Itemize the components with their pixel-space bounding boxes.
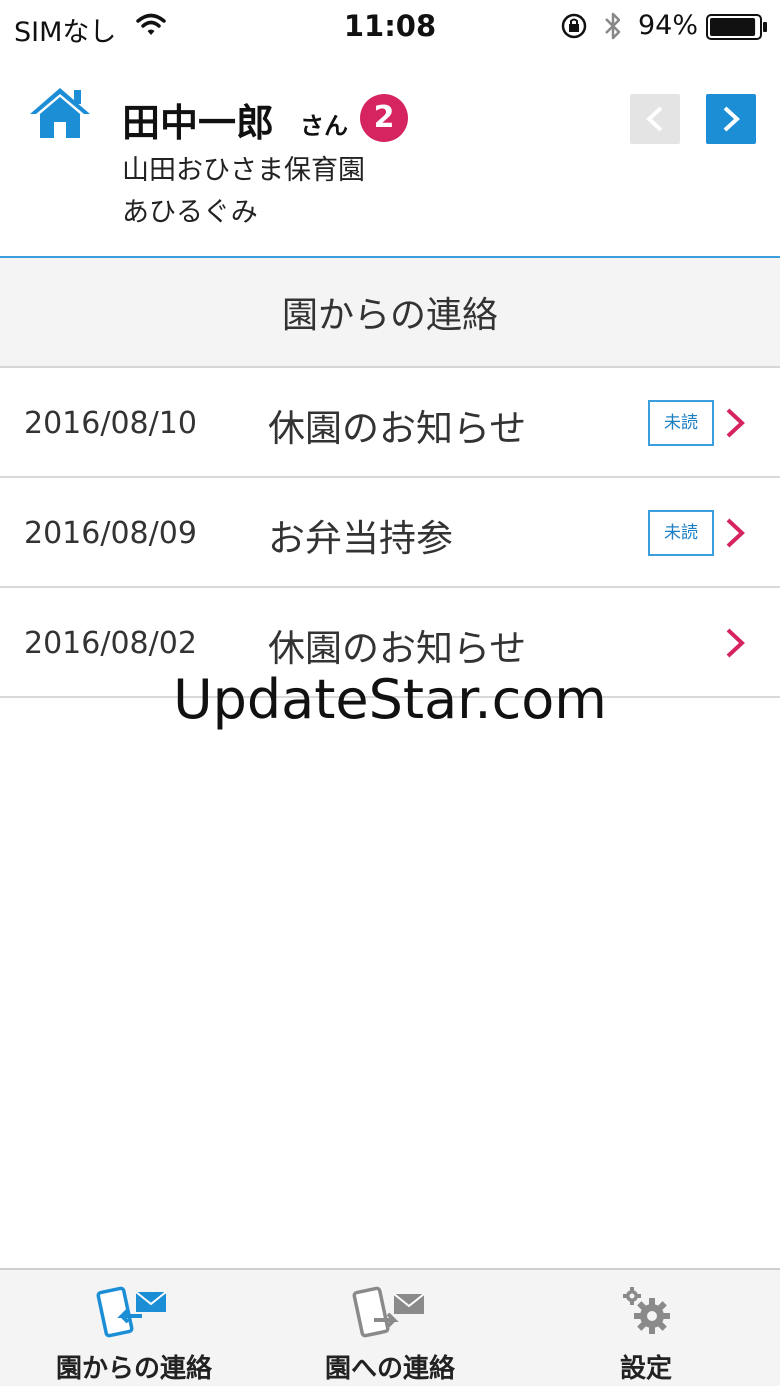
school-name: 山田おひさま保育園 [122,155,365,186]
tab-settings[interactable]: 設定 [516,1270,776,1388]
unread-badge: 未読 [648,400,714,446]
inbox-message-icon [4,1284,264,1342]
notification-count-badge: 2 [360,94,408,142]
section-title: 園からの連絡 [0,258,780,368]
chevron-right-icon [722,516,748,554]
message-date: 2016/08/09 [24,516,197,551]
chevron-right-icon [722,406,748,444]
send-message-icon [260,1284,520,1342]
gear-icon [516,1284,776,1342]
tab-label: 園からの連絡 [55,1354,212,1384]
class-name: あひるぐみ [122,197,258,228]
watermark: UpdateStar.com [173,668,607,731]
tab-label: 設定 [619,1354,672,1384]
battery-percentage: 94% [638,10,699,41]
child-name: 田中一郎 [122,101,275,145]
message-row[interactable]: 2016/08/09 お弁当持参 未読 [0,478,780,588]
tab-messages-to-school[interactable]: 園への連絡 [260,1270,520,1388]
battery-icon [706,14,768,40]
tab-label: 園への連絡 [324,1354,455,1384]
home-icon[interactable] [28,84,92,144]
chevron-right-icon [723,106,740,132]
chevron-left-icon [646,106,663,132]
tab-bar: 園からの連絡 園への連絡 設定 [0,1268,780,1386]
message-title: お弁当持参 [268,517,453,560]
previous-child-button[interactable] [630,94,680,144]
message-date: 2016/08/10 [24,406,197,441]
tab-messages-from-school[interactable]: 園からの連絡 [4,1270,264,1388]
message-title: 休園のお知らせ [268,627,527,670]
message-date: 2016/08/02 [24,626,197,661]
rotation-lock-icon [560,12,588,44]
child-header: 田中一郎 さん 2 山田おひさま保育園 あひるぐみ [0,54,780,258]
status-bar: SIMなし 11:08 94% [0,0,780,54]
chevron-right-icon [722,626,748,664]
honorific: さん [300,112,348,140]
message-list: 2016/08/10 休園のお知らせ 未読 2016/08/09 お弁当持参 未… [0,368,780,698]
message-row[interactable]: 2016/08/10 休園のお知らせ 未読 [0,368,780,478]
unread-badge: 未読 [648,510,714,556]
bluetooth-icon [602,10,624,46]
next-child-button[interactable] [706,94,756,144]
message-title: 休園のお知らせ [268,407,527,450]
